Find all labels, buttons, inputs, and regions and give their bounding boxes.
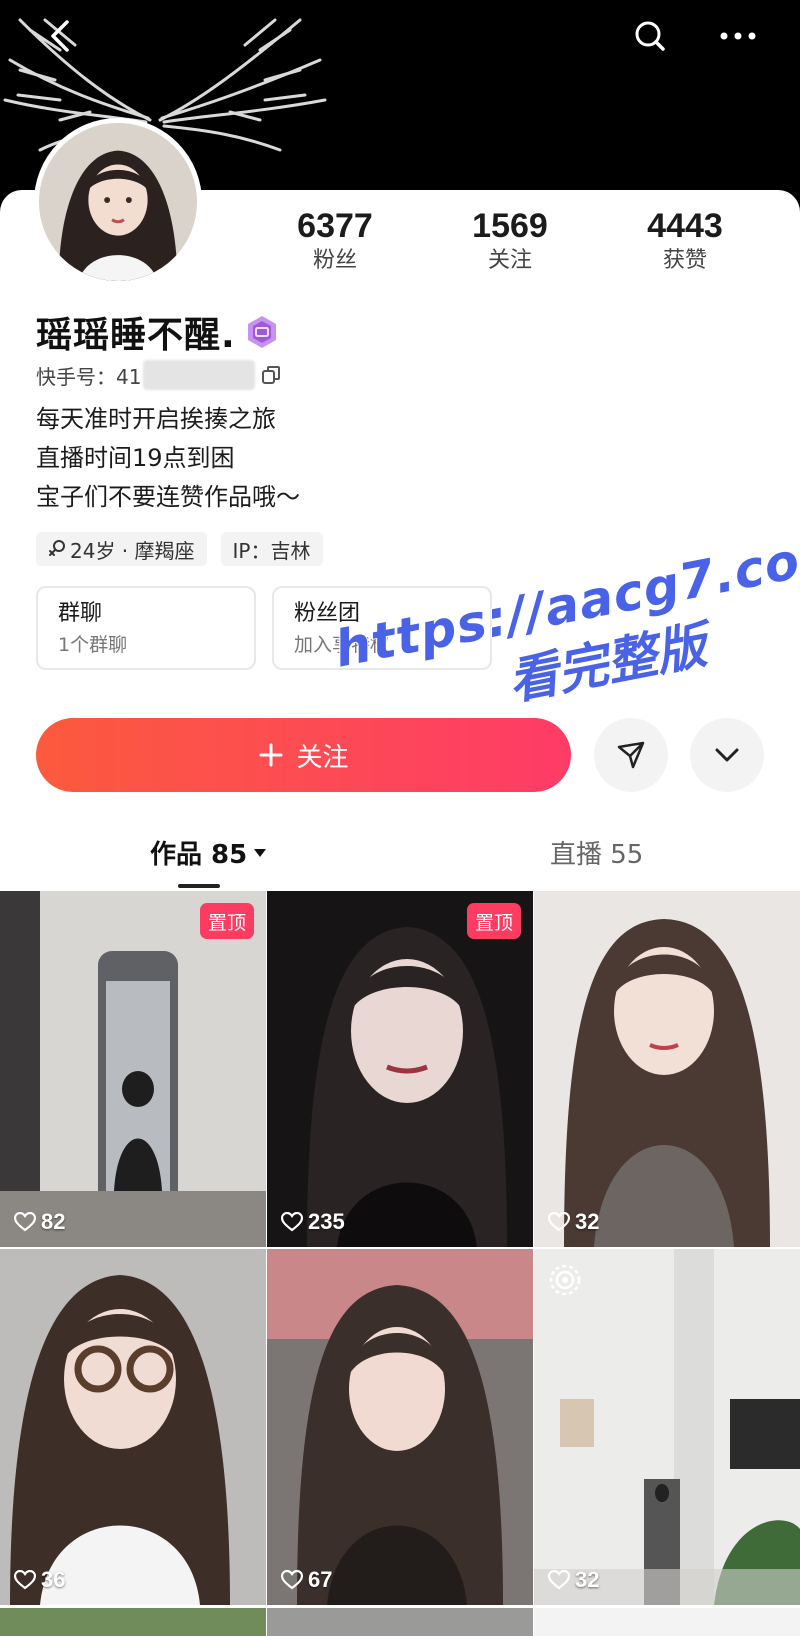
- bio-line: 直播时间19点到困: [36, 444, 235, 472]
- post-thumbnail: [267, 891, 533, 1247]
- account-id-row: 快手号：41: [36, 360, 281, 390]
- post-likes-count: 235: [308, 1209, 345, 1234]
- gender-female-icon: [49, 540, 65, 556]
- post-tile[interactable]: 67: [267, 1249, 533, 1605]
- account-id-redacted: [143, 360, 256, 390]
- group-chat-box[interactable]: 群聊 1个群聊: [36, 586, 256, 670]
- post-likes: 36: [14, 1567, 65, 1593]
- plus-icon: [259, 743, 283, 767]
- profile-name: 瑶瑶睡不醒.: [36, 315, 236, 356]
- post-thumbnail: [0, 891, 266, 1247]
- tab-live[interactable]: 直播 55: [550, 834, 643, 871]
- followers-label: 粉丝: [312, 248, 357, 273]
- heart-icon: [548, 1212, 570, 1232]
- back-button[interactable]: [38, 14, 82, 58]
- heart-icon: [14, 1570, 36, 1590]
- post-likes: 82: [14, 1209, 65, 1235]
- paper-plane-icon: [617, 741, 645, 769]
- follow-label: 关注: [296, 742, 349, 773]
- post-likes: 67: [281, 1567, 332, 1593]
- age-tag: 24岁 · 摩羯座: [36, 532, 207, 566]
- profile-stats: 6377 粉丝 1569 关注 4443 获赞: [270, 206, 750, 286]
- more-button[interactable]: [716, 14, 760, 58]
- content-tabs: 作品 85 直播 55: [0, 826, 800, 890]
- heart-icon: [281, 1212, 303, 1232]
- post-likes-count: 82: [41, 1209, 66, 1234]
- back-icon: [51, 20, 69, 52]
- level-badge-icon[interactable]: [244, 314, 280, 350]
- post-likes-count: 32: [575, 1567, 600, 1592]
- follow-button[interactable]: 关注: [36, 718, 571, 792]
- tab-works-label: 作品 85: [150, 840, 248, 870]
- heart-icon: [548, 1570, 570, 1590]
- profile-entry-boxes: 群聊 1个群聊 粉丝团 加入享特权: [36, 586, 492, 670]
- post-likes: 235: [281, 1209, 345, 1235]
- post-tile[interactable]: 置顶 235: [267, 891, 533, 1247]
- profile-bio: 每天准时开启挨揍之旅 直播时间19点到困 宝子们不要连赞作品哦～: [36, 400, 300, 517]
- avatar[interactable]: [34, 118, 202, 286]
- chevron-down-icon: [715, 748, 739, 762]
- likes-count: 4443: [647, 207, 723, 245]
- post-grid: 置顶 82 置顶 235 32 36 67 32: [0, 891, 800, 1605]
- following-label: 关注: [487, 248, 532, 273]
- heart-icon: [14, 1212, 36, 1232]
- post-likes-count: 32: [575, 1209, 600, 1234]
- age-tag-text: 24岁 · 摩羯座: [70, 538, 195, 563]
- live-replay-icon: [549, 1264, 581, 1296]
- stat-following[interactable]: 1569 关注: [445, 206, 575, 286]
- likes-label: 获赞: [662, 248, 707, 273]
- stat-followers[interactable]: 6377 粉丝: [270, 206, 400, 286]
- tab-live-label: 直播 55: [550, 840, 644, 870]
- search-button[interactable]: [628, 14, 672, 58]
- active-tab-indicator: [178, 884, 220, 888]
- followers-count: 6377: [297, 207, 373, 245]
- ip-tag-text: IP：吉林: [232, 538, 311, 563]
- stat-likes[interactable]: 4443 获赞: [620, 206, 750, 286]
- post-tile[interactable]: 36: [0, 1249, 266, 1605]
- send-message-button[interactable]: [594, 718, 668, 792]
- avatar-image: [39, 123, 197, 281]
- fan-club-box[interactable]: 粉丝团 加入享特权: [272, 586, 492, 670]
- post-thumbnail: [267, 1249, 533, 1605]
- fan-club-sub: 加入享特权: [294, 634, 390, 656]
- copy-icon[interactable]: [261, 365, 281, 385]
- post-thumbnail: [534, 1249, 800, 1605]
- post-likes: 32: [548, 1567, 599, 1593]
- post-thumbnail: [534, 891, 800, 1247]
- post-tile[interactable]: 32: [534, 891, 800, 1247]
- name-row: 瑶瑶睡不醒.: [36, 308, 280, 356]
- bio-line: 每天准时开启挨揍之旅: [36, 405, 276, 433]
- post-likes-count: 36: [41, 1567, 66, 1592]
- group-chat-sub: 1个群聊: [58, 634, 128, 656]
- tab-works[interactable]: 作品 85: [150, 834, 267, 871]
- fan-club-title: 粉丝团: [294, 601, 361, 626]
- profile-tags: 24岁 · 摩羯座 IP：吉林: [36, 532, 323, 566]
- caret-down-icon: [254, 848, 267, 857]
- heart-icon: [281, 1570, 303, 1590]
- group-chat-title: 群聊: [58, 601, 103, 626]
- post-tile[interactable]: 32: [534, 1249, 800, 1605]
- post-thumbnail: [0, 1249, 266, 1605]
- expand-button[interactable]: [690, 718, 764, 792]
- account-id-label: 快手号：41: [36, 364, 142, 389]
- post-likes: 32: [548, 1209, 599, 1235]
- ip-tag: IP：吉林: [220, 532, 323, 566]
- following-count: 1569: [472, 207, 548, 245]
- pinned-badge: 置顶: [466, 903, 521, 939]
- post-likes-count: 67: [308, 1567, 333, 1592]
- post-tile[interactable]: 置顶 82: [0, 891, 266, 1247]
- bio-line: 宝子们不要连赞作品哦～: [36, 483, 300, 511]
- more-icon: [720, 32, 756, 40]
- search-icon: [635, 21, 665, 51]
- next-row-peek: [0, 1608, 800, 1636]
- pinned-badge: 置顶: [199, 903, 254, 939]
